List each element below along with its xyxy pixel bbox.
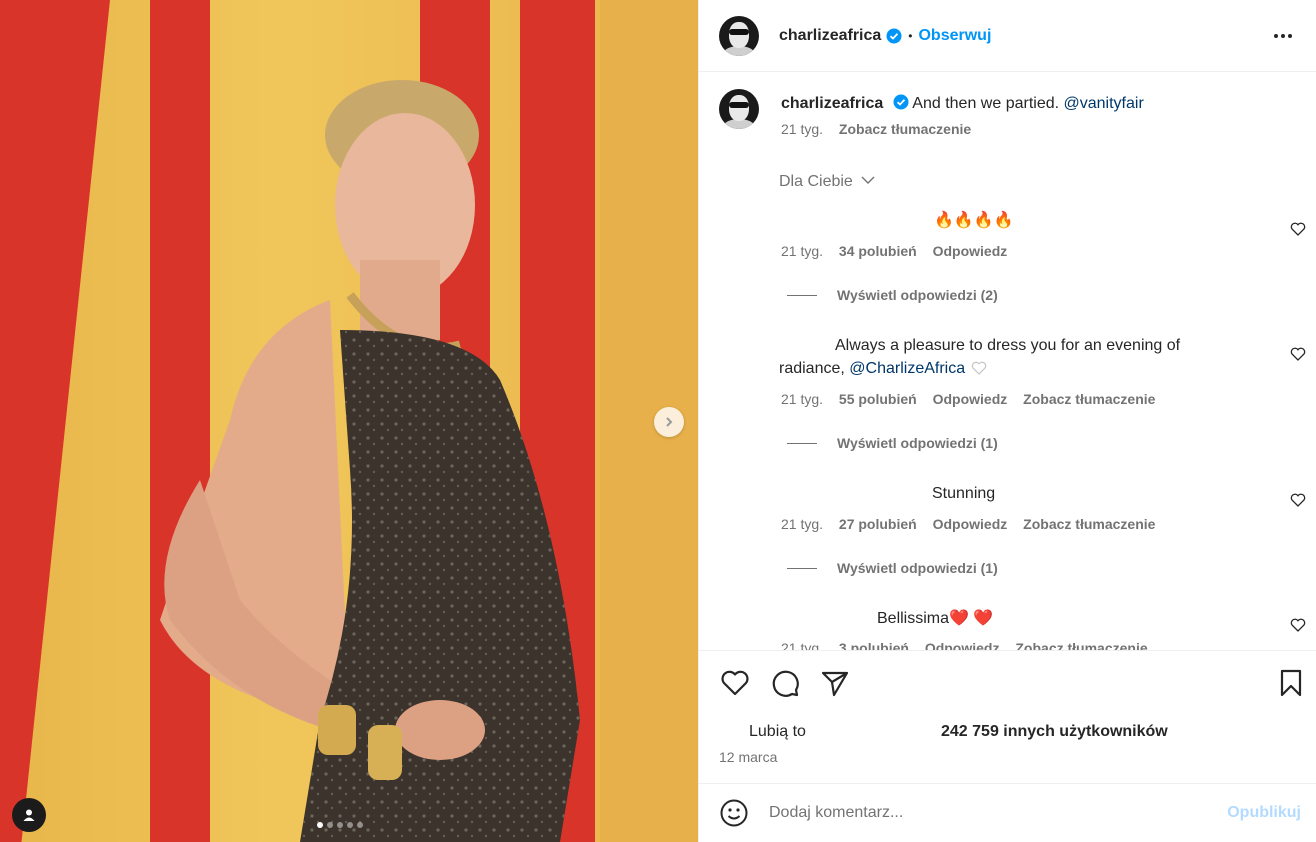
- see-translation-link[interactable]: Zobacz tłumaczenie: [1015, 640, 1147, 650]
- comment-likes[interactable]: 34 polubień: [839, 243, 917, 259]
- caption-mention[interactable]: @vanityfair: [1064, 95, 1144, 112]
- author-username[interactable]: charlizeafrica: [779, 27, 881, 45]
- carousel-dot: [347, 822, 353, 828]
- comment-text: Bellissima❤️ ❤️: [877, 610, 994, 627]
- comment: Always a pleasure to dress you for an ev…: [779, 334, 1219, 380]
- next-slide-button[interactable]: [654, 407, 684, 437]
- comment-filter-label: Dla Ciebie: [779, 173, 853, 190]
- comment-age: 21 tyg.: [781, 243, 824, 259]
- carousel-indicator: [317, 822, 363, 828]
- view-replies-label: Wyświetl odpowiedzi (1): [837, 560, 998, 576]
- carousel-dot: [327, 822, 333, 828]
- see-translation-link[interactable]: Zobacz tłumaczenie: [1023, 391, 1155, 407]
- view-replies-button[interactable]: Wyświetl odpowiedzi (2): [787, 287, 998, 303]
- user-icon: [23, 809, 35, 821]
- view-replies-button[interactable]: Wyświetl odpowiedzi (1): [787, 560, 998, 576]
- carousel-dot: [337, 822, 343, 828]
- avatar[interactable]: [719, 15, 759, 56]
- chevron-right-icon: [666, 417, 673, 427]
- comment-icon[interactable]: [769, 667, 801, 699]
- see-translation-link[interactable]: Zobacz tłumaczenie: [1023, 516, 1155, 532]
- add-comment-bar: Opublikuj: [699, 783, 1316, 842]
- reply-button[interactable]: Odpowiedz: [925, 640, 1000, 650]
- comment-age: 21 tyg.: [781, 516, 824, 532]
- view-replies-button[interactable]: Wyświetl odpowiedzi (1): [787, 435, 998, 451]
- comment: 🔥🔥🔥🔥: [779, 209, 1219, 232]
- post-photo: [0, 0, 698, 842]
- comment-age: 21 tyg.: [781, 640, 824, 650]
- post-header: charlizeafrica • Obserwuj: [699, 0, 1316, 72]
- emoji-icon[interactable]: [719, 798, 749, 828]
- separator-dot: •: [908, 28, 913, 43]
- like-comment-heart-icon[interactable]: [1290, 221, 1306, 237]
- comment: Stunning: [779, 482, 1219, 505]
- white-heart-emoji-icon: [971, 361, 986, 375]
- comment-meta: 21 tyg. 55 polubień Odpowiedz Zobacz tłu…: [781, 391, 1167, 407]
- comment-age: 21 tyg.: [781, 391, 824, 407]
- like-comment-heart-icon[interactable]: [1290, 492, 1306, 508]
- verified-badge-icon: [886, 28, 902, 43]
- likes-count[interactable]: 242 759 innych użytkowników: [941, 723, 1168, 741]
- paper-plane-icon[interactable]: [819, 667, 851, 699]
- person-illustration: [160, 80, 580, 842]
- chevron-down-icon: [861, 176, 875, 184]
- post-caption: charlizeafrica And then we partied. @van…: [719, 89, 1144, 137]
- heart-icon[interactable]: [719, 667, 751, 699]
- caption-age: 21 tyg.: [781, 121, 824, 137]
- avatar[interactable]: [719, 89, 759, 129]
- comment-meta: 21 tyg. 34 polubień Odpowiedz: [781, 243, 1019, 259]
- reply-button[interactable]: Odpowiedz: [933, 391, 1008, 407]
- view-replies-label: Wyświetl odpowiedzi (1): [837, 435, 998, 451]
- tagged-users-button[interactable]: [12, 798, 46, 832]
- carousel-dot: [317, 822, 323, 828]
- comment-filter-dropdown[interactable]: Dla Ciebie: [779, 173, 875, 191]
- comment-text: 🔥🔥🔥🔥: [934, 212, 1014, 229]
- post-actions: Lubią to 242 759 innych użytkowników 12 …: [699, 650, 1316, 783]
- comments-section: charlizeafrica And then we partied. @van…: [699, 73, 1316, 650]
- comment-meta: 21 tyg. 27 polubień Odpowiedz Zobacz tłu…: [781, 516, 1167, 532]
- comment-text: Stunning: [932, 485, 996, 502]
- comment-likes[interactable]: 27 polubień: [839, 516, 917, 532]
- bookmark-icon[interactable]: [1275, 667, 1307, 699]
- verified-badge-icon: [893, 94, 909, 110]
- more-options-icon[interactable]: [1270, 26, 1296, 46]
- comment-meta: 21 tyg. 3 polubień Odpowiedz Zobacz tłum…: [781, 640, 1160, 650]
- post-date[interactable]: 12 marca: [719, 749, 777, 765]
- view-replies-label: Wyświetl odpowiedzi (2): [837, 287, 998, 303]
- like-comment-heart-icon[interactable]: [1290, 346, 1306, 362]
- publish-button[interactable]: Opublikuj: [1227, 804, 1301, 822]
- comment-input[interactable]: [769, 804, 1228, 822]
- comment-likes[interactable]: 55 polubień: [839, 391, 917, 407]
- reply-button[interactable]: Odpowiedz: [933, 243, 1008, 259]
- carousel-dot: [357, 822, 363, 828]
- post-details-panel: charlizeafrica • Obserwuj charlizeafrica…: [698, 0, 1316, 842]
- likes-label: Lubią to: [749, 723, 806, 740]
- reply-button[interactable]: Odpowiedz: [933, 516, 1008, 532]
- caption-text: And then we partied.: [912, 95, 1060, 112]
- see-translation-link[interactable]: Zobacz tłumaczenie: [839, 121, 971, 137]
- follow-button[interactable]: Obserwuj: [918, 27, 991, 45]
- like-comment-heart-icon[interactable]: [1290, 617, 1306, 633]
- comment: Bellissima❤️ ❤️: [779, 607, 1219, 630]
- caption-author[interactable]: charlizeafrica: [781, 95, 883, 112]
- comment-likes[interactable]: 3 polubień: [839, 640, 909, 650]
- comment-mention[interactable]: @CharlizeAfrica: [849, 360, 965, 377]
